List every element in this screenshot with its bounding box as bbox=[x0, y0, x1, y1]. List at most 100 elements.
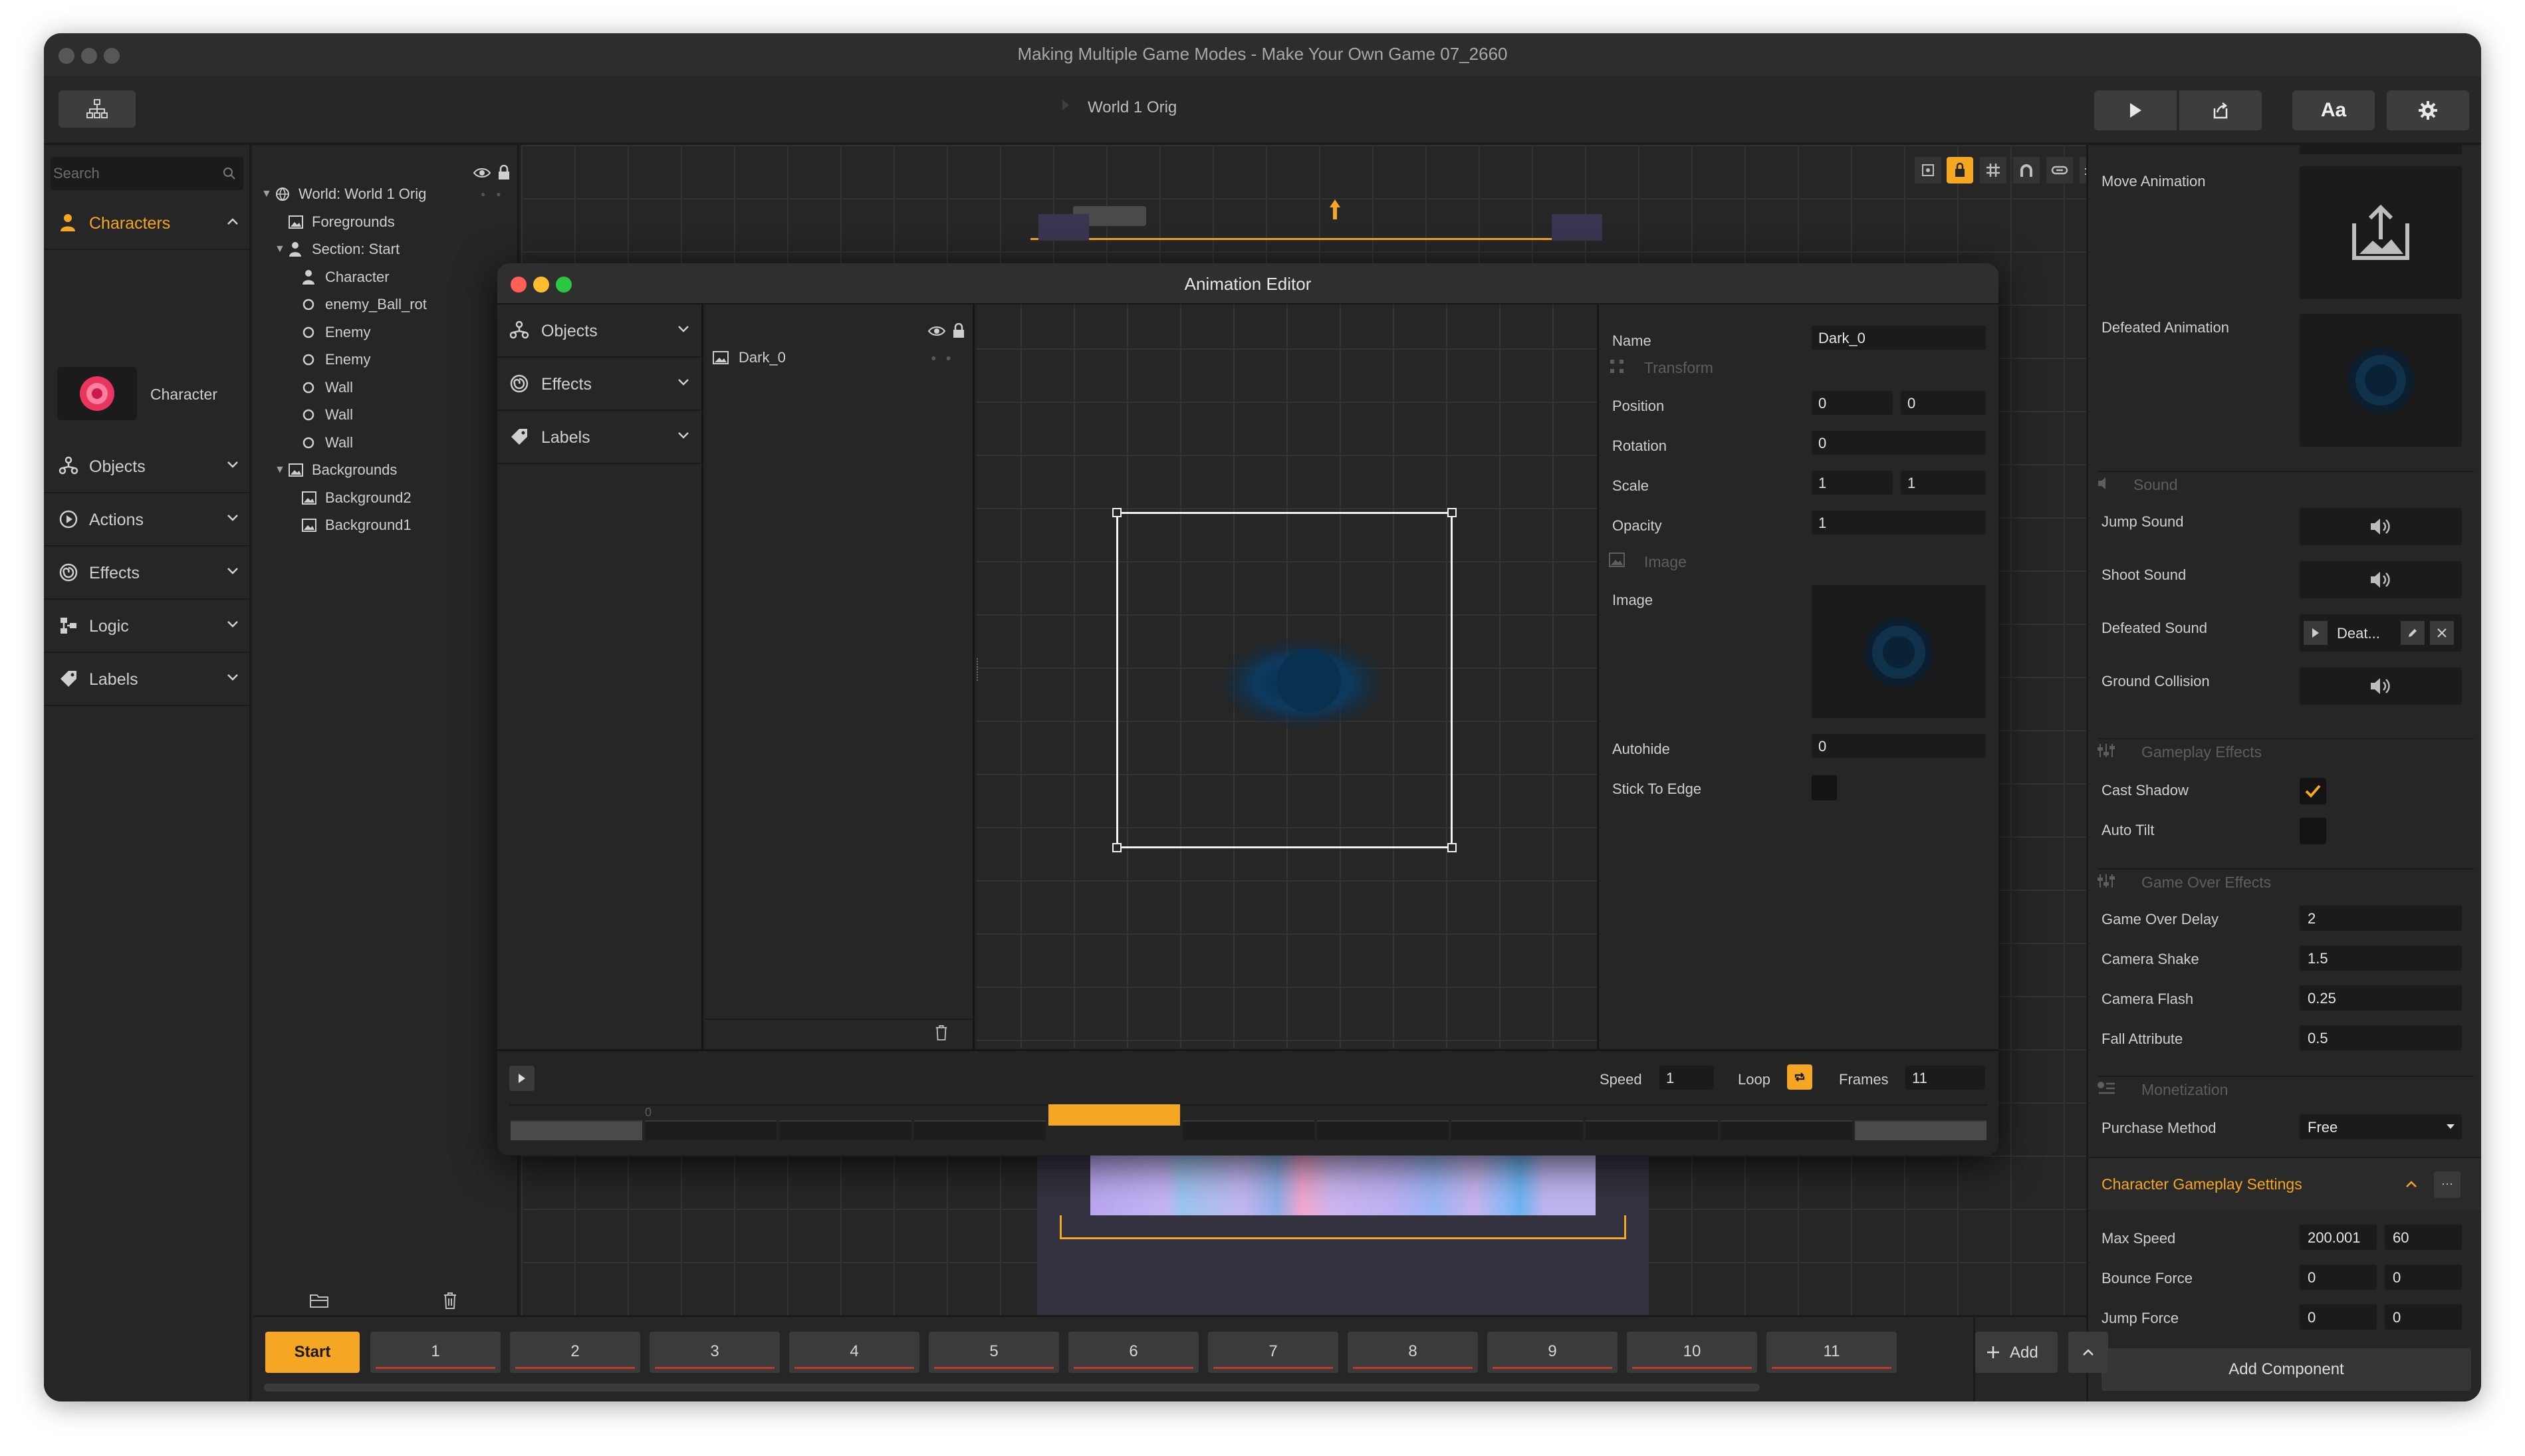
section-button[interactable]: 10 bbox=[1627, 1332, 1757, 1373]
loop-toggle[interactable] bbox=[1787, 1064, 1812, 1090]
row-visibility-dots-icon[interactable]: ●● bbox=[481, 189, 512, 199]
splitter-handle[interactable] bbox=[977, 658, 981, 681]
bounce-force-input-2[interactable]: 0 bbox=[2385, 1265, 2462, 1290]
timeline-frame[interactable] bbox=[1182, 1120, 1315, 1140]
defeated-animation-picker[interactable] bbox=[2300, 314, 2462, 447]
expand-sections-button[interactable] bbox=[2068, 1332, 2108, 1373]
frames-input[interactable]: 11 bbox=[1905, 1066, 1985, 1090]
timeline-frame[interactable] bbox=[511, 1120, 643, 1140]
play-button[interactable] bbox=[2094, 90, 2177, 130]
resize-handle-br[interactable] bbox=[1447, 843, 1457, 852]
timeline-frame[interactable] bbox=[1720, 1120, 1852, 1140]
tree-row[interactable]: Wall bbox=[288, 429, 353, 456]
defeated-sound-picker[interactable]: Deat... bbox=[2300, 614, 2462, 652]
autohide-input[interactable]: 0 bbox=[1812, 734, 1986, 758]
play-sound-button[interactable] bbox=[2304, 621, 2328, 645]
image-picker[interactable] bbox=[1812, 585, 1986, 718]
tree-row[interactable]: ▼ Section: Start bbox=[275, 236, 400, 263]
game-over-delay-input[interactable]: 2 bbox=[2300, 906, 2462, 931]
canvas-object-right[interactable] bbox=[1552, 214, 1602, 241]
sections-scrollbar[interactable] bbox=[264, 1384, 1760, 1392]
disclosure-open-icon[interactable]: ▼ bbox=[275, 464, 288, 476]
purchase-method-select[interactable]: Free bbox=[2300, 1114, 2462, 1140]
opacity-input[interactable]: 1 bbox=[1812, 511, 1986, 535]
focus-button[interactable] bbox=[1915, 157, 1941, 183]
tree-row[interactable]: Enemy bbox=[288, 346, 370, 373]
disclosure-open-icon[interactable]: ▼ bbox=[275, 243, 288, 255]
search-input[interactable]: Search bbox=[51, 157, 243, 190]
resize-handle-tr[interactable] bbox=[1447, 508, 1457, 517]
section-button[interactable]: 9 bbox=[1487, 1332, 1618, 1373]
position-y-input[interactable]: 0 bbox=[1901, 391, 1986, 415]
jump-sound-picker[interactable] bbox=[2300, 508, 2462, 545]
rotation-input[interactable]: 0 bbox=[1812, 431, 1986, 455]
tree-row[interactable]: Character bbox=[288, 264, 390, 291]
dialog-category-labels[interactable]: Labels bbox=[497, 411, 703, 464]
section-button[interactable]: 4 bbox=[789, 1332, 919, 1373]
folder-icon[interactable] bbox=[309, 1292, 329, 1308]
dialog-category-effects[interactable]: Effects bbox=[497, 358, 703, 411]
sprite-bounding-box[interactable] bbox=[1112, 508, 1457, 852]
export-button[interactable] bbox=[2179, 90, 2262, 130]
section-button[interactable]: 7 bbox=[1208, 1332, 1338, 1373]
hierarchy-button[interactable] bbox=[59, 90, 136, 128]
lock-toggle[interactable] bbox=[1947, 157, 1973, 183]
layer-visibility-dots-icon[interactable]: ●● bbox=[931, 352, 961, 363]
tree-row[interactable]: ▼ World: World 1 Orig ●● bbox=[261, 181, 501, 207]
category-logic[interactable]: Logic bbox=[44, 601, 251, 653]
section-button[interactable]: 5 bbox=[929, 1332, 1059, 1373]
section-start-button[interactable]: Start bbox=[265, 1332, 360, 1373]
position-x-input[interactable]: 0 bbox=[1812, 391, 1893, 415]
timeline-frame[interactable] bbox=[1586, 1120, 1718, 1140]
selected-frame-indicator[interactable] bbox=[1048, 1104, 1180, 1126]
section-button[interactable]: 2 bbox=[510, 1332, 640, 1373]
resize-handle-tl[interactable] bbox=[1112, 508, 1122, 517]
chevron-up-icon[interactable] bbox=[2405, 1179, 2418, 1189]
canvas-object-left[interactable] bbox=[1038, 214, 1089, 241]
tree-row[interactable]: ▼ Backgrounds bbox=[275, 457, 397, 483]
link-toggle[interactable] bbox=[2046, 157, 2073, 183]
section-button[interactable]: 3 bbox=[650, 1332, 780, 1373]
scale-y-input[interactable]: 1 bbox=[1901, 471, 1986, 495]
tree-row[interactable]: Wall bbox=[288, 374, 353, 401]
tree-row[interactable]: Foregrounds bbox=[275, 209, 395, 235]
character-thumbnail[interactable] bbox=[57, 367, 137, 420]
char-settings-header[interactable]: Character Gameplay Settings ··· bbox=[2088, 1157, 2481, 1210]
timeline-frame[interactable] bbox=[1317, 1120, 1449, 1140]
debug-toggle[interactable] bbox=[2080, 157, 2086, 183]
timeline-frame[interactable] bbox=[645, 1120, 777, 1140]
max-speed-input-2[interactable]: 60 bbox=[2385, 1225, 2462, 1250]
category-objects[interactable]: Objects bbox=[44, 441, 251, 493]
tree-row[interactable]: Background2 bbox=[288, 485, 412, 511]
category-actions[interactable]: Actions bbox=[44, 495, 251, 546]
layer-row[interactable]: Dark_0 ●● bbox=[712, 344, 965, 371]
magnet-toggle[interactable] bbox=[2013, 157, 2040, 183]
section-button[interactable]: 8 bbox=[1348, 1332, 1478, 1373]
cast-shadow-checkbox[interactable] bbox=[2300, 778, 2326, 804]
dialog-canvas[interactable] bbox=[977, 304, 1597, 1049]
speed-input[interactable]: 1 bbox=[1659, 1066, 1714, 1090]
tree-row[interactable]: Wall bbox=[288, 402, 353, 428]
timeline-frame[interactable] bbox=[913, 1120, 1046, 1140]
section-button[interactable]: 6 bbox=[1068, 1332, 1199, 1373]
trash-icon[interactable] bbox=[442, 1291, 458, 1310]
edit-sound-button[interactable] bbox=[2401, 621, 2425, 645]
dialog-category-objects[interactable]: Objects bbox=[497, 304, 703, 358]
disclosure-open-icon[interactable]: ▼ bbox=[261, 188, 275, 200]
tree-row[interactable]: Background1 bbox=[288, 512, 412, 539]
jump-force-input-1[interactable]: 0 bbox=[2300, 1304, 2377, 1330]
auto-tilt-checkbox[interactable] bbox=[2300, 818, 2326, 844]
bounce-force-input-1[interactable]: 0 bbox=[2300, 1265, 2377, 1290]
more-options-button[interactable]: ··· bbox=[2434, 1171, 2461, 1198]
arrow-up-handle-icon[interactable] bbox=[1327, 198, 1343, 221]
camera-shake-input[interactable]: 1.5 bbox=[2300, 945, 2462, 971]
tree-row[interactable]: Enemy bbox=[288, 319, 370, 346]
add-component-button[interactable]: Add Component bbox=[2102, 1348, 2471, 1391]
breadcrumb[interactable]: World 1 Orig bbox=[1088, 98, 1177, 117]
trash-icon[interactable] bbox=[934, 1024, 949, 1041]
grid-toggle[interactable] bbox=[1980, 157, 2006, 183]
camera-flash-input[interactable]: 0.25 bbox=[2300, 985, 2462, 1011]
category-effects[interactable]: Effects bbox=[44, 548, 251, 600]
shoot-sound-picker[interactable] bbox=[2300, 561, 2462, 598]
tree-row[interactable]: enemy_Ball_rot bbox=[288, 291, 427, 318]
